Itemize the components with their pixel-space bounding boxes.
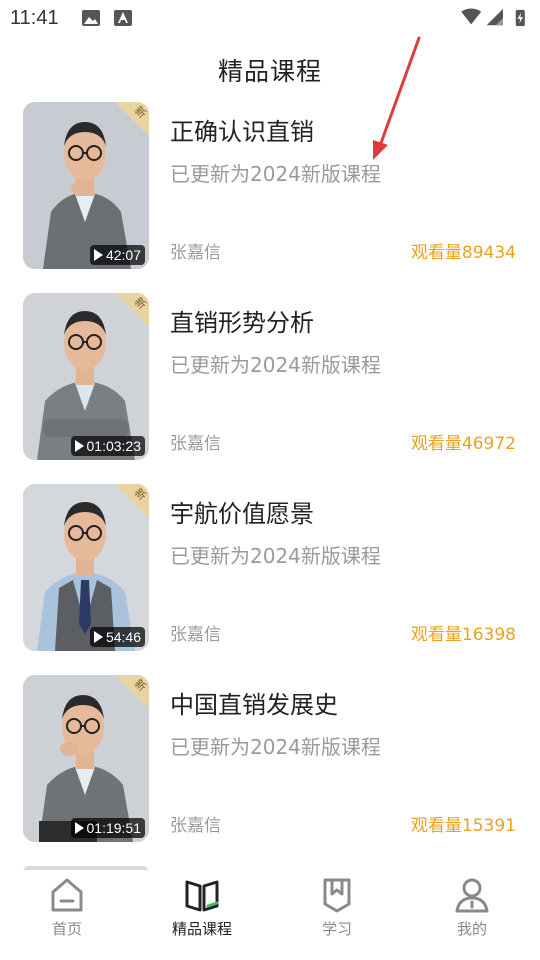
status-bar: 11:41 — [0, 0, 540, 36]
course-author: 张嘉信 — [170, 816, 221, 836]
course-thumbnail[interactable]: 新 42:07 — [23, 102, 149, 269]
course-subtitle: 已更新为2024新版课程 — [170, 353, 381, 377]
course-subtitle: 已更新为2024新版课程 — [170, 544, 381, 568]
font-notification-icon — [114, 10, 132, 26]
nav-label: 学习 — [321, 920, 352, 938]
bookmark-icon — [323, 878, 351, 913]
course-author: 张嘉信 — [170, 434, 221, 454]
play-icon — [74, 822, 84, 834]
course-author: 张嘉信 — [170, 625, 221, 645]
nav-item-study[interactable]: 学习 — [277, 876, 397, 939]
course-item[interactable]: 新 01:19:51 中国直销发展史 已更新为2024新版课程 张嘉信 观看量1… — [0, 673, 540, 843]
view-count: 观看量89434 — [410, 243, 516, 263]
nav-label: 首页 — [51, 920, 82, 938]
status-time: 11:41 — [10, 7, 59, 29]
course-subtitle: 已更新为2024新版课程 — [170, 735, 381, 759]
video-duration: 42:07 — [89, 245, 145, 265]
view-count: 观看量46972 — [410, 434, 516, 454]
video-duration: 01:19:51 — [70, 818, 145, 838]
nav-item-home[interactable]: 首页 — [7, 876, 127, 939]
system-status-icons — [461, 8, 525, 27]
nav-item-profile[interactable]: 我的 — [412, 876, 532, 939]
home-icon — [51, 878, 83, 912]
nav-label: 精品课程 — [171, 920, 232, 938]
play-icon — [93, 249, 103, 261]
play-icon — [93, 631, 103, 643]
new-badge: 新 — [115, 484, 149, 518]
wifi-icon — [461, 8, 482, 25]
nav-item-courses[interactable]: 精品课程 — [142, 876, 262, 939]
video-duration: 54:46 — [89, 627, 145, 647]
nav-label: 我的 — [456, 920, 487, 938]
image-notification-icon — [82, 10, 100, 26]
play-icon — [74, 440, 84, 452]
course-title[interactable]: 宇航价值愿景 — [170, 494, 314, 529]
video-duration: 01:03:23 — [70, 436, 145, 456]
course-title[interactable]: 正确认识直销 — [170, 112, 314, 147]
new-badge: 新 — [115, 675, 149, 709]
course-item[interactable]: 新 42:07 正确认识直销 已更新为2024新版课程 张嘉信 观看量89434 — [0, 100, 540, 270]
bottom-nav: 首页 精品课程 学习 我的 — [0, 870, 540, 960]
course-item[interactable]: 新 54:46 宇航价值愿景 已更新为2024新版课程 张嘉信 观看量16398 — [0, 482, 540, 652]
course-title[interactable]: 中国直销发展史 — [170, 685, 338, 720]
view-count: 观看量15391 — [410, 816, 516, 836]
course-subtitle: 已更新为2024新版课程 — [170, 162, 381, 186]
course-thumbnail[interactable]: 新 01:19:51 — [23, 675, 149, 842]
book-icon — [185, 880, 219, 912]
course-item[interactable]: 新 01:03:23 直销形势分析 已更新为2024新版课程 张嘉信 观看量46… — [0, 291, 540, 461]
page-title: 精品课程 — [217, 57, 322, 86]
course-author: 张嘉信 — [170, 243, 221, 263]
user-icon — [455, 878, 489, 913]
course-title[interactable]: 直销形势分析 — [170, 303, 314, 338]
view-count: 观看量16398 — [410, 625, 516, 645]
course-thumbnail[interactable]: 新 54:46 — [23, 484, 149, 651]
new-badge: 新 — [115, 293, 149, 327]
new-badge: 新 — [115, 102, 149, 136]
course-thumbnail[interactable]: 新 01:03:23 — [23, 293, 149, 460]
